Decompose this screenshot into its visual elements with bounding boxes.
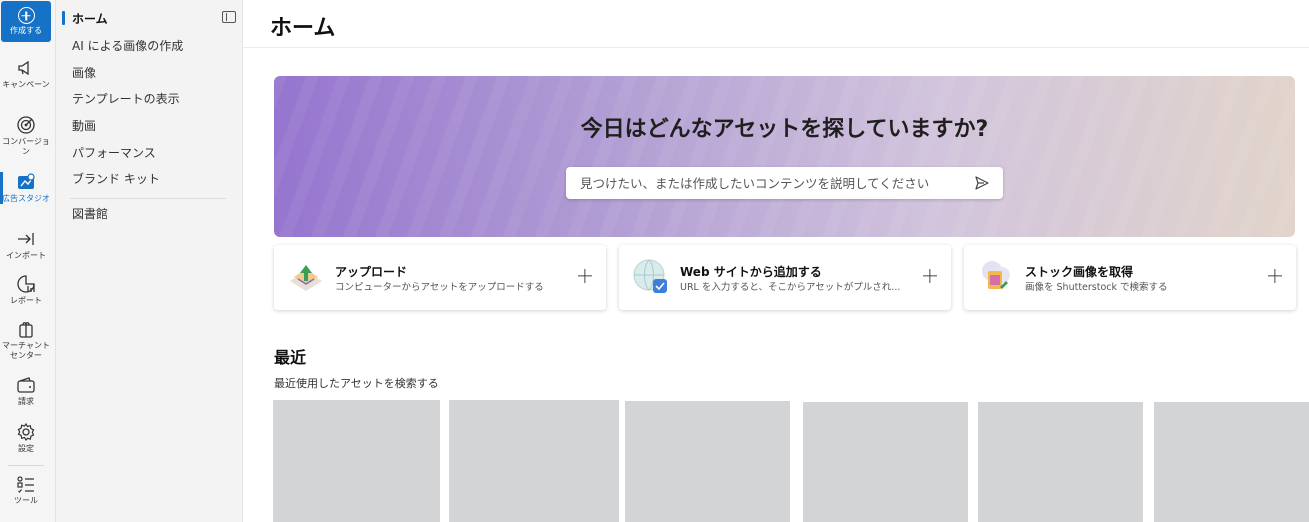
- rail-item-label: キャンペーン: [2, 80, 50, 89]
- megaphone-icon: [18, 60, 29, 76]
- gear-icon: [17, 422, 35, 442]
- card-subtitle: 画像を Shutterstock で検索する: [1025, 282, 1168, 293]
- stock-image-icon: [982, 261, 1010, 289]
- nav-item-ai-image[interactable]: AI による画像の作成: [72, 37, 183, 55]
- rail-item-label: 請求: [18, 397, 34, 406]
- ad-studio-icon: [18, 173, 35, 189]
- nav-item-library[interactable]: 図書館: [72, 205, 108, 223]
- recent-asset-tile[interactable]: [978, 402, 1143, 522]
- secondary-nav: ホーム AI による画像の作成 画像 テンプレートの表示 動画 パフォーマンス …: [56, 0, 243, 522]
- upload-card[interactable]: アップロード コンピューターからアセットをアップロードする: [274, 245, 606, 310]
- card-title: アップロード: [335, 265, 408, 279]
- header-divider: [243, 47, 1309, 48]
- nav-item-performance[interactable]: パフォーマンス: [72, 144, 156, 162]
- wallet-icon: [17, 377, 35, 393]
- rail-divider: [8, 465, 44, 466]
- add-icon[interactable]: [578, 269, 592, 283]
- asset-search-input[interactable]: [580, 167, 970, 199]
- report-icon: [17, 275, 35, 293]
- asset-search-box: [566, 167, 1003, 199]
- rail-item-import[interactable]: インポート: [0, 229, 52, 261]
- send-icon[interactable]: [974, 175, 990, 191]
- nav-item-images[interactable]: 画像: [72, 64, 96, 82]
- stock-image-card[interactable]: ストック画像を取得 画像を Shutterstock で検索する: [964, 245, 1296, 310]
- tools-list-icon: [17, 476, 34, 493]
- plus-circle-icon: [17, 7, 35, 24]
- recent-asset-tile[interactable]: [273, 400, 440, 522]
- add-from-website-card[interactable]: Web サイトから追加する URL を入力すると、そこからアセットがプルされ..…: [619, 245, 951, 310]
- gift-icon: [19, 322, 33, 338]
- rail-item-conversion[interactable]: コンバージョン: [0, 115, 52, 157]
- rail-item-label: インポート: [6, 251, 46, 260]
- nav-item-templates[interactable]: テンプレートの表示: [72, 90, 180, 108]
- hero-title: 今日はどんなアセットを探していますか?: [580, 117, 989, 142]
- rail-item-label: マーチャント センター: [2, 341, 50, 360]
- rail-item-label: 広告スタジオ: [2, 194, 50, 203]
- target-icon: [17, 116, 35, 134]
- recent-asset-tile[interactable]: [449, 400, 619, 522]
- rail-item-ad-studio[interactable]: 広告スタジオ: [0, 172, 52, 204]
- card-title: Web サイトから追加する: [680, 265, 822, 279]
- recent-section-title: 最近: [274, 348, 307, 367]
- rail-item-merchant-center[interactable]: マーチャント センター: [0, 319, 52, 361]
- add-icon[interactable]: [923, 269, 937, 283]
- recent-asset-tile[interactable]: [1154, 402, 1309, 522]
- rail-item-label: 設定: [18, 444, 34, 453]
- recent-asset-tile[interactable]: [803, 402, 968, 522]
- add-icon[interactable]: [1268, 269, 1282, 283]
- rail-item-label: コンバージョン: [2, 137, 50, 156]
- rail-item-tools[interactable]: ツール: [0, 474, 52, 506]
- collapse-panel-icon[interactable]: [222, 11, 236, 23]
- rail-item-campaign[interactable]: キャンペーン: [0, 58, 52, 90]
- nav-item-home[interactable]: ホーム: [72, 10, 108, 28]
- rail-item-label: レポート: [10, 296, 42, 305]
- active-indicator: [62, 11, 65, 25]
- rail-item-billing[interactable]: 請求: [0, 375, 52, 407]
- create-button-label: 作成する: [10, 26, 42, 35]
- recent-asset-tile[interactable]: [625, 401, 790, 522]
- upload-icon: [290, 265, 322, 291]
- nav-item-brand-kit[interactable]: ブランド キット: [72, 170, 160, 188]
- main-content: ホーム 今日はどんなアセットを探していますか? アップロード コンピューターから…: [243, 0, 1309, 522]
- nav-item-videos[interactable]: 動画: [72, 117, 96, 135]
- import-icon: [18, 233, 34, 245]
- hero-banner: 今日はどんなアセットを探していますか?: [274, 76, 1295, 237]
- nav-divider: [70, 198, 226, 199]
- page-title: ホーム: [270, 16, 336, 41]
- rail-item-label: ツール: [14, 496, 38, 505]
- card-title: ストック画像を取得: [1025, 265, 1134, 279]
- globe-icon: [633, 259, 667, 293]
- create-button[interactable]: 作成する: [1, 1, 51, 42]
- rail-item-settings[interactable]: 設定: [0, 422, 52, 454]
- card-subtitle: コンピューターからアセットをアップロードする: [335, 282, 544, 293]
- rail-item-report[interactable]: レポート: [0, 274, 52, 306]
- left-rail: 作成する キャンペーン コンバージョン 広告スタジオ インポート レポート マー…: [0, 0, 56, 522]
- card-subtitle: URL を入力すると、そこからアセットがプルされ...: [680, 282, 901, 293]
- recent-section-subtitle: 最近使用したアセットを検索する: [274, 377, 439, 390]
